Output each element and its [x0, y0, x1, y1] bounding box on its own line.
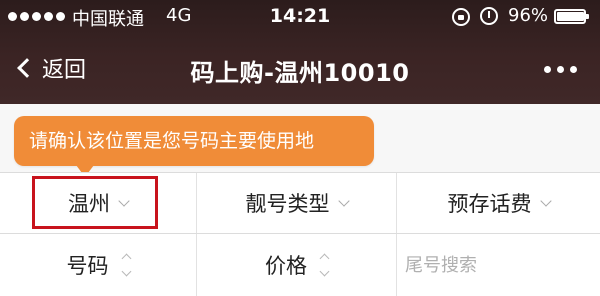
sort-number-label: 号码: [66, 254, 109, 278]
location-tooltip: 请确认该位置是您号码主要使用地: [14, 116, 374, 166]
tail-number-search-input[interactable]: [405, 254, 545, 276]
nav-bar: 返回 码上购-温州10010: [0, 34, 600, 104]
battery-level: [557, 12, 584, 21]
sort-price-label: 价格: [265, 254, 307, 278]
chevron-down-icon: [118, 194, 130, 207]
sort-updown-icon: [121, 253, 131, 277]
app-header: 中国联通 4G 14:21 96% 返回 码上购-温州10010: [0, 0, 600, 104]
filter-city[interactable]: 温州: [0, 173, 196, 233]
sort-number[interactable]: 号码: [0, 234, 196, 296]
search-box: [396, 234, 600, 296]
orientation-lock-icon: [452, 8, 470, 26]
filter-row: 温州 靓号类型 预存话费: [0, 172, 600, 234]
battery-icon: [554, 9, 589, 24]
sort-row: 号码 价格: [0, 234, 600, 296]
filter-number-type[interactable]: 靓号类型: [196, 173, 396, 233]
screen: 中国联通 4G 14:21 96% 返回 码上购-温州10010 选择号码 请确…: [0, 0, 600, 296]
filter-prepaid[interactable]: 预存话费: [396, 173, 600, 233]
sort-price[interactable]: 价格: [196, 234, 396, 296]
page-title: 码上购-温州10010: [190, 59, 410, 87]
sort-updown-icon: [319, 253, 330, 277]
filter-prepaid-label: 预存话费: [447, 192, 532, 216]
filter-number-type-label: 靓号类型: [245, 192, 330, 216]
alarm-icon: [480, 7, 498, 25]
battery-percent: 96%: [508, 5, 549, 26]
more-dots-icon[interactable]: [544, 66, 577, 73]
status-bar: 中国联通 4G 14:21 96%: [0, 0, 600, 34]
chevron-down-icon: [337, 194, 350, 207]
chevron-down-icon: [539, 194, 552, 207]
filter-city-label: 温州: [68, 192, 110, 216]
